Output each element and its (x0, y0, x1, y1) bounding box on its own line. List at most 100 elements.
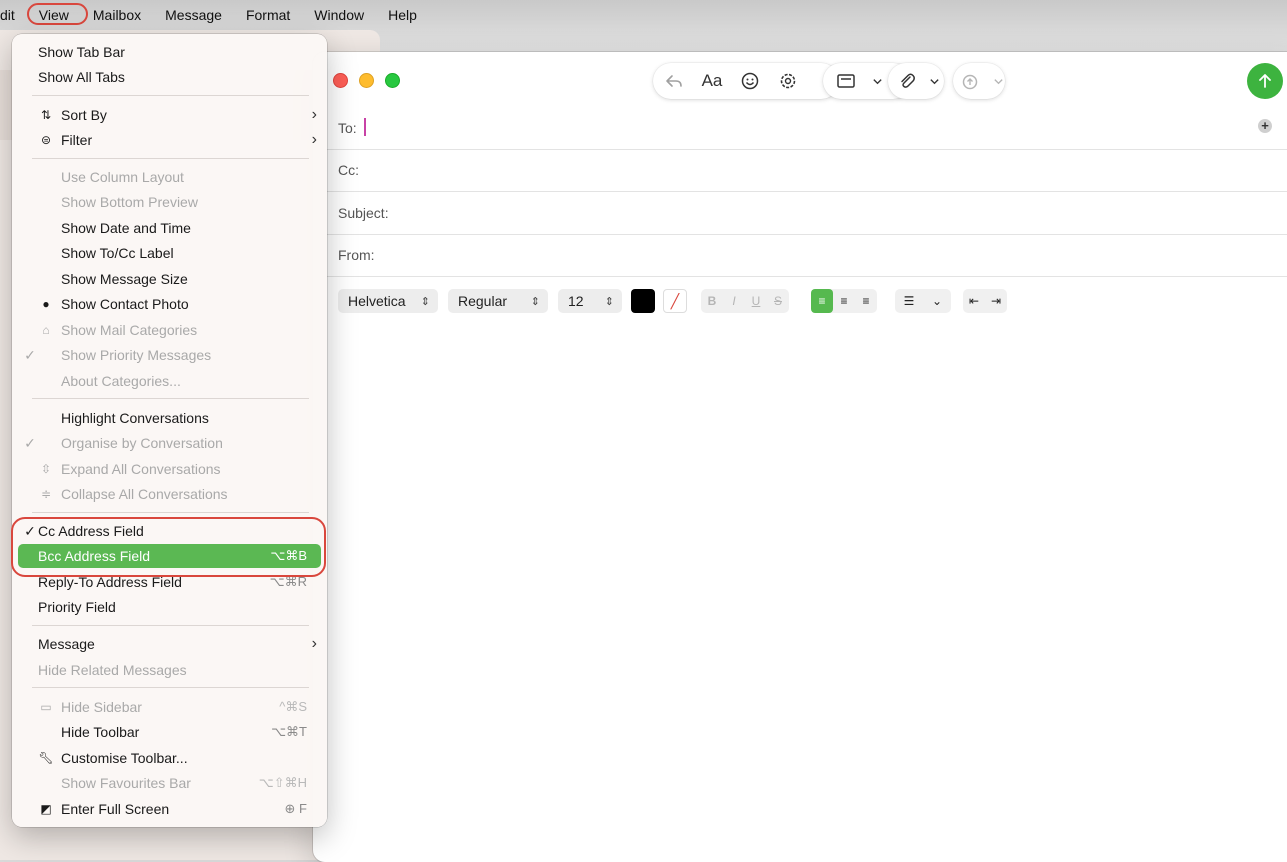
subject-label: Subject: (338, 205, 389, 221)
background-color-none-icon[interactable]: ╱ (663, 289, 687, 313)
align-center-icon[interactable]: ≡ (833, 289, 855, 313)
menu-item-label: Show Message Size (61, 271, 188, 287)
menu-item-reply-to-address-field[interactable]: Reply-To Address Field ⌥⌘R (18, 570, 321, 594)
photo-browser-icon[interactable] (775, 68, 801, 94)
menu-item-bcc-address-field[interactable]: Bcc Address Field ⌥⌘B (18, 544, 321, 568)
menu-item-show-bottom-preview[interactable]: Show Bottom Preview (18, 190, 321, 214)
menu-item-label: Show Tab Bar (38, 44, 125, 60)
menu-item-show-mail-categories[interactable]: ⌂ Show Mail Categories (18, 318, 321, 342)
font-size-select[interactable]: 12 ⇕ (558, 289, 622, 313)
menu-item-use-column-layout[interactable]: Use Column Layout (18, 165, 321, 189)
bold-button[interactable]: B (701, 289, 723, 313)
menu-item-priority-field[interactable]: Priority Field (18, 595, 321, 619)
add-contact-icon[interactable]: + (1258, 119, 1272, 133)
menu-item-shortcut: ⌥⌘R (269, 574, 307, 589)
to-field[interactable]: To: + (313, 107, 1287, 150)
to-label: To: (338, 120, 357, 136)
menu-mailbox[interactable]: Mailbox (81, 0, 153, 30)
menu-item-highlight-conversations[interactable]: Highlight Conversations (18, 406, 321, 430)
menu-item-label: Message (38, 636, 95, 652)
menu-help[interactable]: Help (376, 0, 429, 30)
format-bar: Helvetica ⇕ Regular ⇕ 12 ⇕ ╱ B I U S ≡ ≡ ≡ … (338, 288, 1019, 314)
italic-button[interactable]: I (723, 289, 745, 313)
menu-item-show-message-size[interactable]: Show Message Size (18, 267, 321, 291)
menu-view[interactable]: View (26, 0, 88, 30)
menu-item-label: Reply-To Address Field (38, 574, 182, 590)
menu-item-label: Show Favourites Bar (61, 775, 191, 791)
send-button[interactable] (1247, 63, 1283, 99)
indent-decrease-icon[interactable]: ⇤ (963, 289, 985, 313)
menu-item-label: About Categories... (61, 373, 181, 389)
menu-item-label: Highlight Conversations (61, 410, 209, 426)
upload-circle-icon[interactable] (961, 68, 981, 94)
menu-item-hide-related-messages[interactable]: Hide Related Messages (18, 658, 321, 682)
menu-item-show-tab-bar[interactable]: Show Tab Bar (18, 40, 321, 64)
toolbar-group-main: Aa (653, 63, 839, 99)
menu-item-about-categories[interactable]: About Categories... (18, 369, 321, 393)
subject-field[interactable]: Subject: (313, 192, 1287, 235)
send-arrow-icon (1259, 74, 1271, 88)
menu-item-sort-by[interactable]: ⇅ Sort By › (18, 103, 321, 127)
menu-item-label: Hide Related Messages (38, 662, 187, 678)
menu-item-show-all-tabs[interactable]: Show All Tabs (18, 65, 321, 89)
paperclip-icon[interactable] (897, 68, 917, 94)
align-left-icon[interactable]: ≡ (811, 289, 833, 313)
wrench-icon: 🔧︎ (38, 751, 54, 765)
cc-label: Cc: (338, 162, 359, 178)
menu-format[interactable]: Format (234, 0, 302, 30)
reply-arrow-icon[interactable] (661, 68, 687, 94)
compose-window: Aa To: + Cc: Subject: From: Helvetica ⇕ … (313, 52, 1287, 862)
menu-item-show-priority-messages[interactable]: ✓ Show Priority Messages (18, 343, 321, 367)
menu-message[interactable]: Message (153, 0, 234, 30)
emoji-icon[interactable] (737, 68, 763, 94)
from-field[interactable]: From: (313, 234, 1287, 277)
menu-item-label: Use Column Layout (61, 169, 184, 185)
strikethrough-button[interactable]: S (767, 289, 789, 313)
list-select[interactable]: ☰ ⌄ (895, 289, 951, 313)
menu-item-cc-address-field[interactable]: ✓ Cc Address Field (18, 519, 321, 543)
text-color-swatch[interactable] (631, 289, 655, 313)
menu-item-show-date-time[interactable]: Show Date and Time (18, 216, 321, 240)
chevron-down-icon[interactable] (871, 68, 883, 94)
zoom-window-button[interactable] (385, 73, 400, 88)
checkmark-icon: ✓ (24, 435, 36, 451)
menu-item-label: Organise by Conversation (61, 435, 223, 451)
menu-item-customise-toolbar[interactable]: 🔧︎ Customise Toolbar... (18, 746, 321, 770)
menu-item-hide-toolbar[interactable]: Hide Toolbar ⌥⌘T (18, 720, 321, 744)
text-style-buttons: B I U S (701, 289, 789, 313)
expand-icon: ⇳ (40, 462, 52, 476)
header-fields-icon[interactable] (833, 68, 859, 94)
close-window-button[interactable] (333, 73, 348, 88)
menu-item-show-contact-photo[interactable]: ● Show Contact Photo (18, 292, 321, 316)
view-menu-dropdown: Show Tab Bar Show All Tabs ⇅ Sort By › ⊜ Fi… (12, 34, 327, 827)
chevron-down-icon[interactable] (929, 68, 940, 94)
menu-item-label: Show Contact Photo (61, 296, 189, 312)
font-style-select[interactable]: Regular ⇕ (448, 289, 548, 313)
indent-increase-icon[interactable]: ⇥ (985, 289, 1007, 313)
menu-item-expand-all-conversations[interactable]: ⇳ Expand All Conversations (18, 457, 321, 481)
menu-window[interactable]: Window (302, 0, 376, 30)
menu-edit[interactable]: dit (0, 0, 27, 30)
menu-item-enter-full-screen[interactable]: ◩ Enter Full Screen ⊕ F (18, 797, 321, 821)
menu-separator (32, 95, 309, 96)
font-family-select[interactable]: Helvetica ⇕ (338, 289, 438, 313)
menu-item-hide-sidebar[interactable]: ▭ Hide Sidebar ^⌘S (18, 695, 321, 719)
sidebar-icon: ▭ (40, 700, 52, 714)
chevron-down-icon[interactable] (993, 68, 1004, 94)
menu-item-label: Show To/Cc Label (61, 245, 174, 261)
menu-item-collapse-all-conversations[interactable]: ≑ Collapse All Conversations (18, 482, 321, 506)
menu-item-organise-by-conversation[interactable]: ✓ Organise by Conversation (18, 431, 321, 455)
menu-item-label: Show Priority Messages (61, 347, 212, 363)
menu-item-label: Show All Tabs (38, 69, 125, 85)
minimize-window-button[interactable] (359, 73, 374, 88)
menu-item-shortcut: ⌥⌘T (271, 724, 307, 739)
menu-item-message[interactable]: Message › (18, 632, 321, 656)
menu-item-filter[interactable]: ⊜ Filter › (18, 128, 321, 152)
menu-item-show-tocc-label[interactable]: Show To/Cc Label (18, 241, 321, 265)
menu-item-label: Collapse All Conversations (61, 486, 228, 502)
font-format-button[interactable]: Aa (699, 68, 725, 94)
cc-field[interactable]: Cc: (313, 149, 1287, 192)
align-right-icon[interactable]: ≡ (855, 289, 877, 313)
underline-button[interactable]: U (745, 289, 767, 313)
menu-item-show-favourites-bar[interactable]: Show Favourites Bar ⌥⇧⌘H (18, 771, 321, 795)
